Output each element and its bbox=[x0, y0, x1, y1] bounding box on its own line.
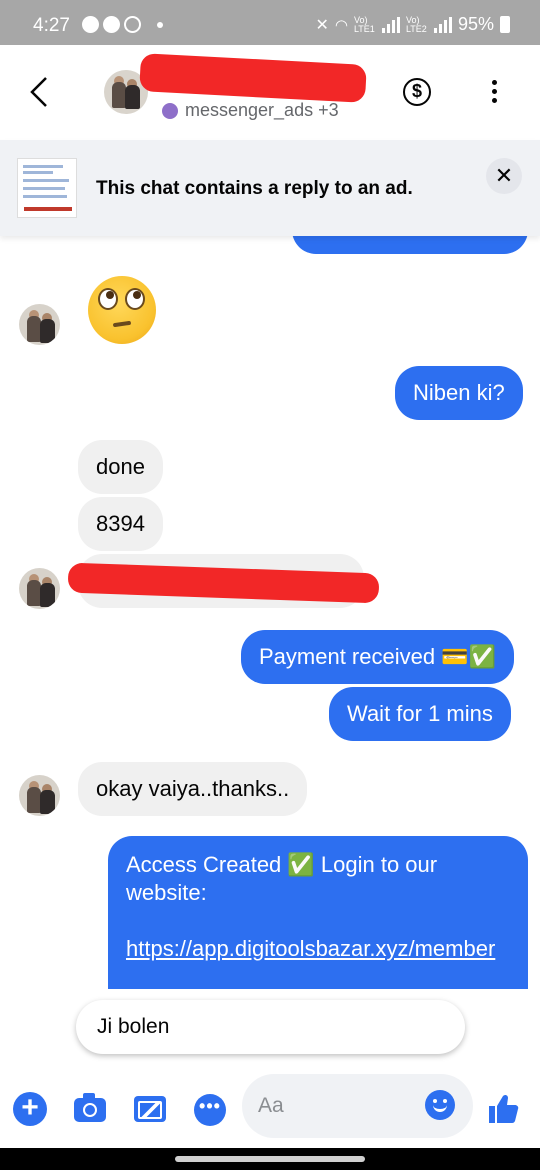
thumbs-up-icon[interactable] bbox=[486, 1092, 520, 1126]
message-text: Access Created ✅ Login to our website: bbox=[126, 852, 438, 905]
navigation-notification-icon bbox=[124, 16, 141, 33]
ad-banner-text: This chat contains a reply to an ad. bbox=[96, 178, 413, 199]
message-bubble-incoming[interactable]: okay vaiya..thanks.. bbox=[78, 762, 308, 816]
gallery-icon[interactable] bbox=[134, 1096, 166, 1122]
status-time: 4:27 bbox=[33, 15, 70, 36]
redacted-contact-name bbox=[139, 53, 367, 103]
rolling-eyes-emoji-icon[interactable] bbox=[88, 276, 156, 344]
message-bubble-outgoing[interactable]: Access Created ✅ Login to our website: h… bbox=[108, 836, 528, 989]
network-lte2-label: Vo) LTE2 bbox=[405, 14, 427, 34]
battery-percent: 95% bbox=[457, 14, 494, 34]
status-right: ✕ ◠ Vo) LTE1 Vo) LTE2 95% bbox=[315, 14, 510, 35]
emoji-icon[interactable] bbox=[425, 1090, 455, 1120]
message-bubble-outgoing[interactable]: Payment received 💳✅ bbox=[241, 630, 514, 684]
network-lte1-label: Vo) LTE1 bbox=[353, 14, 375, 34]
wifi-icon: ◠ bbox=[334, 16, 348, 34]
battery-icon bbox=[500, 16, 510, 33]
close-icon[interactable]: ✕ bbox=[486, 158, 522, 194]
ad-reply-banner: This chat contains a reply to an ad. ✕ bbox=[0, 140, 540, 236]
payment-dollar-icon[interactable]: $ bbox=[403, 78, 431, 106]
message-bubble-incoming[interactable]: done bbox=[78, 440, 163, 494]
messenger-notification-icon bbox=[82, 16, 99, 33]
back-arrow-icon[interactable] bbox=[28, 75, 50, 109]
chat-header: messenger_ads +3 $ bbox=[0, 45, 540, 140]
contact-avatar[interactable] bbox=[19, 775, 60, 816]
more-icon[interactable]: ••• bbox=[194, 1094, 226, 1126]
more-notifications-dot-icon bbox=[157, 22, 163, 28]
message-bubble-outgoing[interactable]: Wait for 1 mins bbox=[329, 687, 511, 741]
message-input-box[interactable] bbox=[242, 1074, 473, 1138]
status-dot-icon bbox=[162, 102, 178, 119]
home-gesture-bar[interactable] bbox=[175, 1156, 365, 1162]
message-bubble-incoming[interactable]: 8394 bbox=[78, 497, 163, 551]
quick-reply-chip[interactable]: Ji bolen bbox=[76, 1000, 465, 1054]
status-bar: 4:27 ✕ ◠ Vo) LTE1 Vo) LTE2 95% bbox=[0, 0, 540, 45]
system-nav-bar bbox=[0, 1148, 540, 1170]
signal-icon bbox=[433, 16, 452, 33]
camera-icon[interactable] bbox=[74, 1093, 106, 1122]
message-input[interactable] bbox=[258, 1090, 423, 1122]
plus-icon[interactable]: + bbox=[13, 1092, 47, 1126]
signal-icon bbox=[381, 16, 400, 33]
mute-icon: ✕ bbox=[315, 16, 329, 34]
more-options-icon[interactable] bbox=[488, 80, 500, 106]
ad-thumbnail[interactable] bbox=[17, 158, 77, 218]
contact-subtitle-text: messenger_ads +3 bbox=[185, 100, 339, 120]
notification-icons bbox=[82, 16, 163, 33]
contact-avatar[interactable] bbox=[19, 568, 60, 609]
contact-subtitle: messenger_ads +3 bbox=[162, 100, 339, 121]
contact-avatar[interactable] bbox=[19, 304, 60, 345]
message-composer: + ••• bbox=[0, 1068, 540, 1148]
website-link[interactable]: https://app.digitoolsbazar.xyz/member bbox=[126, 935, 510, 963]
messenger-notification-icon bbox=[103, 16, 120, 33]
message-bubble-outgoing[interactable]: Niben ki? bbox=[395, 366, 523, 420]
